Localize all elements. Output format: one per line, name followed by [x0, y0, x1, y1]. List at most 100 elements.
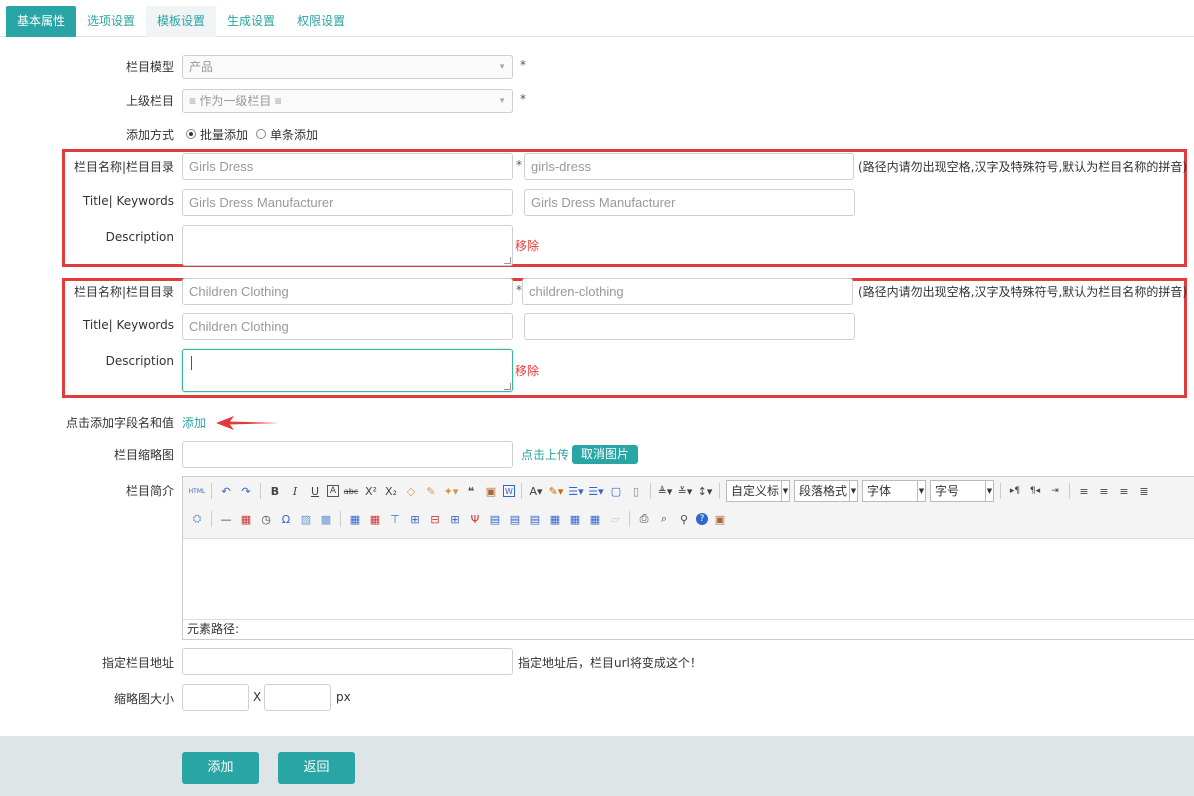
superscript-icon[interactable]: X²: [363, 483, 379, 499]
font-family-combo[interactable]: 字体 ▼: [862, 480, 926, 502]
entry-title-input[interactable]: Children Clothing: [182, 313, 513, 340]
align-left-icon[interactable]: ≡: [1076, 483, 1092, 499]
custom-style-combo[interactable]: 自定义标 ▼: [726, 480, 790, 502]
font-border-icon[interactable]: A: [327, 485, 339, 497]
tab-template[interactable]: 模板设置: [146, 6, 217, 37]
print-icon[interactable]: ⎙: [636, 511, 652, 527]
entry-title-input[interactable]: Girls Dress Manufacturer: [182, 189, 513, 216]
strikethrough-icon[interactable]: abc: [343, 483, 359, 499]
submit-button[interactable]: 添加: [182, 752, 259, 784]
tab-options[interactable]: 选项设置: [76, 6, 146, 37]
case-icon[interactable]: ⛭: [189, 511, 205, 527]
line-height-icon[interactable]: ↕▾: [697, 483, 713, 499]
rich-text-editor[interactable]: HTML ↶ ↷ B I U A abc X² X₂ ◇ ✎ ✦▾ ❝ ▣ W …: [182, 476, 1194, 640]
time-icon[interactable]: ◷: [258, 511, 274, 527]
thumb-width-input[interactable]: [182, 684, 249, 711]
cancel-image-button[interactable]: 取消图片: [572, 445, 638, 464]
parent-select[interactable]: ≡ 作为一级栏目 ≡ ▼: [182, 89, 513, 113]
row-spacing-top-icon[interactable]: ≜▾: [657, 483, 673, 499]
preview-icon[interactable]: ⌕: [656, 511, 672, 527]
special-char-icon[interactable]: Ω: [278, 511, 294, 527]
chevron-down-icon: ▼: [917, 481, 925, 501]
help-icon[interactable]: ?: [696, 513, 708, 525]
undo-icon[interactable]: ↶: [218, 483, 234, 499]
font-color-icon[interactable]: A▾: [528, 483, 544, 499]
unordered-list-icon[interactable]: ☰▾: [588, 483, 604, 499]
eraser-icon[interactable]: ◇: [403, 483, 419, 499]
tab-generate[interactable]: 生成设置: [216, 6, 286, 37]
merge-right-icon[interactable]: ▤: [507, 511, 523, 527]
subscript-icon[interactable]: X₂: [383, 483, 399, 499]
delete-row-icon[interactable]: ⊟: [427, 511, 443, 527]
delete-col-icon[interactable]: Ψ: [467, 511, 483, 527]
paste-plain-icon[interactable]: ▣: [483, 483, 499, 499]
thumb-height-input[interactable]: [264, 684, 331, 711]
entry-remove-link[interactable]: 移除: [515, 362, 539, 379]
align-center-icon[interactable]: ≡: [1096, 483, 1112, 499]
format-brush-icon[interactable]: ✎: [423, 483, 439, 499]
entry-name-input[interactable]: Girls Dress: [182, 153, 513, 180]
multi-image-icon[interactable]: ▩: [318, 511, 334, 527]
insert-row-icon[interactable]: ⊞: [407, 511, 423, 527]
align-right-icon[interactable]: ≡: [1116, 483, 1132, 499]
delete-table-icon[interactable]: ▦: [367, 511, 383, 527]
upload-link[interactable]: 点击上传: [521, 446, 569, 463]
rtl-icon[interactable]: ¶◂: [1027, 483, 1043, 499]
horizontal-rule-icon[interactable]: —: [218, 511, 234, 527]
add-field-link[interactable]: 添加: [182, 414, 206, 431]
tab-permissions[interactable]: 权限设置: [286, 6, 356, 37]
entry-name-input[interactable]: Children Clothing: [182, 278, 513, 305]
editor-content-area[interactable]: [183, 539, 1194, 621]
insert-paragraph-icon[interactable]: ⊤: [387, 511, 403, 527]
tab-basic[interactable]: 基本属性: [6, 6, 77, 37]
entry-remove-link[interactable]: 移除: [515, 237, 539, 254]
model-select[interactable]: 产品 ▼: [182, 55, 513, 79]
align-justify-icon[interactable]: ≣: [1136, 483, 1152, 499]
date-icon[interactable]: ▦: [238, 511, 254, 527]
redo-icon[interactable]: ↷: [238, 483, 254, 499]
indent-icon[interactable]: ⇥: [1047, 483, 1063, 499]
html-source-icon[interactable]: HTML: [189, 483, 206, 499]
highlight-color-icon[interactable]: ✎▾: [548, 483, 564, 499]
split-rows-icon[interactable]: ▦: [567, 511, 583, 527]
word-paste-icon[interactable]: W: [503, 485, 515, 497]
insert-col-icon[interactable]: ⊞: [447, 511, 463, 527]
toolbar-separator: [521, 483, 522, 499]
entry-desc-textarea[interactable]: [182, 349, 513, 392]
intro-label: 栏目简介: [125, 484, 174, 498]
back-button[interactable]: 返回: [278, 752, 355, 784]
model-label: 栏目模型: [125, 60, 174, 74]
merge-down-icon[interactable]: ▤: [527, 511, 543, 527]
ordered-list-icon[interactable]: ☰▾: [568, 483, 584, 499]
font-size-combo[interactable]: 字号 ▼: [930, 480, 994, 502]
table-props-icon[interactable]: ▱: [607, 511, 623, 527]
radio-single-add[interactable]: [256, 129, 266, 139]
entry-dir-input[interactable]: girls-dress: [524, 153, 854, 180]
bold-icon[interactable]: B: [267, 483, 283, 499]
thumbnail-input[interactable]: [182, 441, 513, 468]
ltr-icon[interactable]: ▸¶: [1007, 483, 1023, 499]
italic-icon[interactable]: I: [287, 483, 303, 499]
search-replace-icon[interactable]: ⚲: [676, 511, 692, 527]
resize-handle-icon[interactable]: [504, 383, 511, 390]
clear-doc-icon[interactable]: ▯: [628, 483, 644, 499]
insert-table-icon[interactable]: ▦: [347, 511, 363, 527]
radio-batch-add[interactable]: [186, 129, 196, 139]
entry-keywords-input[interactable]: [524, 313, 855, 340]
split-cells-icon[interactable]: ▦: [547, 511, 563, 527]
resize-handle-icon[interactable]: [504, 257, 511, 264]
split-cols-icon[interactable]: ▦: [587, 511, 603, 527]
merge-cells-icon[interactable]: ▤: [487, 511, 503, 527]
underline-icon[interactable]: U: [307, 483, 323, 499]
custom-url-input[interactable]: [182, 648, 513, 675]
auto-format-icon[interactable]: ✦▾: [443, 483, 459, 499]
entry-dir-input[interactable]: children-clothing: [522, 278, 853, 305]
blockquote-icon[interactable]: ❝: [463, 483, 479, 499]
paragraph-format-combo[interactable]: 段落格式 ▼: [794, 480, 858, 502]
entry-desc-textarea[interactable]: [182, 225, 513, 266]
image-icon[interactable]: ▨: [298, 511, 314, 527]
select-all-icon[interactable]: ▢: [608, 483, 624, 499]
entry-keywords-input[interactable]: Girls Dress Manufacturer: [524, 189, 855, 216]
draft-icon[interactable]: ▣: [712, 511, 728, 527]
row-spacing-bottom-icon[interactable]: ≚▾: [677, 483, 693, 499]
